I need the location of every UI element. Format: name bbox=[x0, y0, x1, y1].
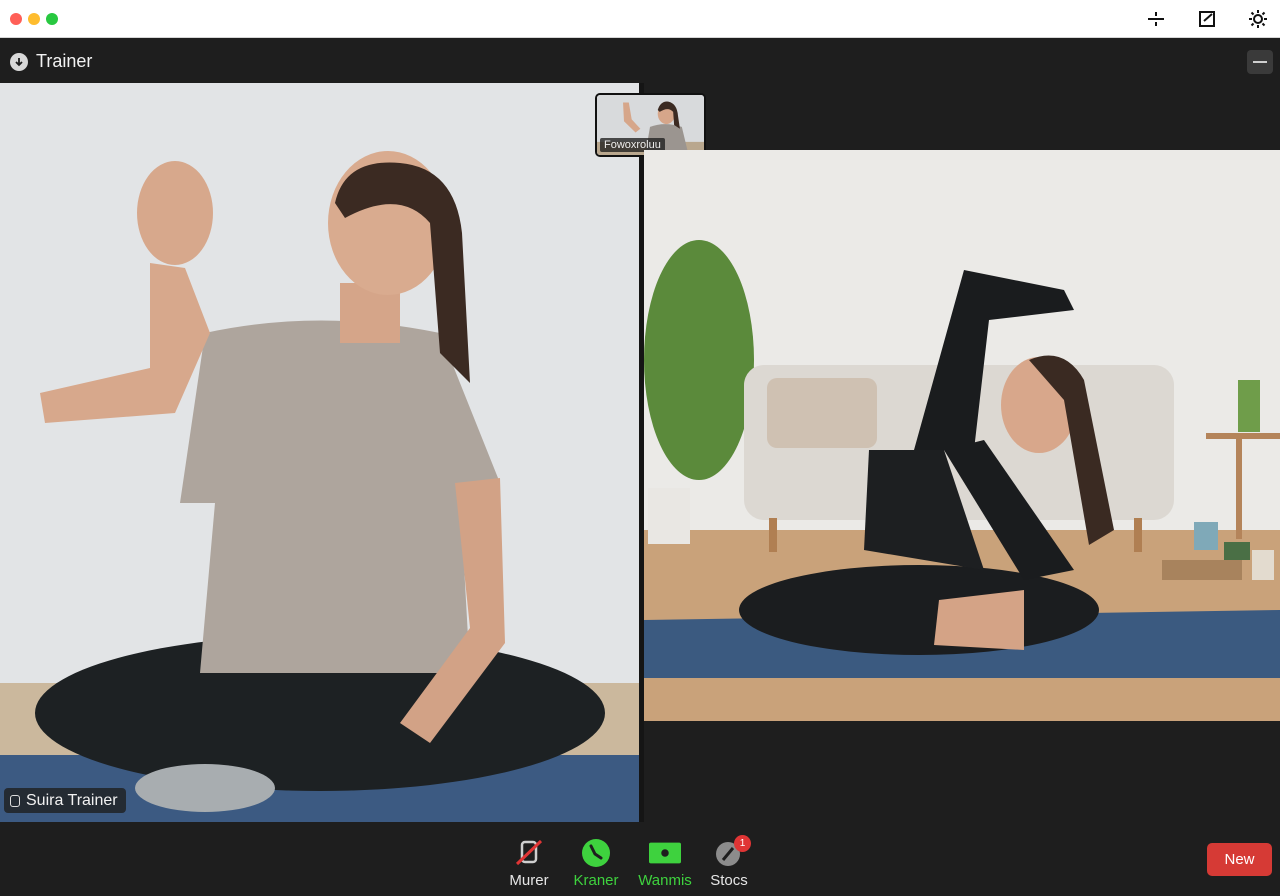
share-button-label: Stocs bbox=[710, 872, 748, 889]
share-icon: 1 bbox=[713, 835, 751, 868]
camera-green-icon bbox=[649, 838, 681, 868]
call-button[interactable]: Kraner bbox=[566, 838, 626, 892]
video-tile-main[interactable] bbox=[0, 83, 639, 822]
camera-button[interactable]: Wanmis bbox=[635, 838, 695, 892]
edit-square-icon[interactable] bbox=[1197, 9, 1217, 29]
menu-button[interactable] bbox=[1247, 50, 1273, 74]
split-view-icon[interactable] bbox=[1146, 9, 1166, 29]
app-header: Trainer bbox=[0, 39, 1280, 83]
participant-name-tag: Suira Trainer bbox=[4, 788, 126, 813]
phone-green-icon bbox=[580, 838, 612, 868]
mute-button[interactable]: Murer bbox=[499, 838, 559, 892]
app-window: Trainer Suira Trainer Fowoxroluu Murer K… bbox=[0, 0, 1280, 896]
camera-button-label: Wanmis bbox=[638, 872, 692, 889]
self-view-thumbnail[interactable]: Fowoxroluu bbox=[595, 93, 706, 157]
video-tile-secondary[interactable] bbox=[644, 150, 1280, 721]
student-video-feed bbox=[644, 150, 1280, 721]
os-title-bar bbox=[0, 0, 1280, 38]
notification-badge: 1 bbox=[734, 835, 751, 852]
window-minimize-button[interactable] bbox=[28, 13, 40, 25]
participant-name: Suira Trainer bbox=[26, 791, 118, 809]
app-logo-icon bbox=[10, 53, 28, 71]
app-title: Trainer bbox=[36, 51, 93, 71]
mute-mic-icon bbox=[513, 838, 545, 868]
mute-button-label: Murer bbox=[509, 872, 549, 889]
mic-status-icon bbox=[10, 794, 20, 807]
settings-gear-icon[interactable] bbox=[1248, 9, 1268, 29]
window-maximize-button[interactable] bbox=[46, 13, 58, 25]
call-button-label: Kraner bbox=[573, 872, 619, 889]
share-button[interactable]: 1 Stocs bbox=[699, 835, 759, 892]
trainer-video-feed bbox=[0, 83, 639, 822]
new-button[interactable]: New bbox=[1207, 843, 1272, 876]
window-close-button[interactable] bbox=[10, 13, 22, 25]
